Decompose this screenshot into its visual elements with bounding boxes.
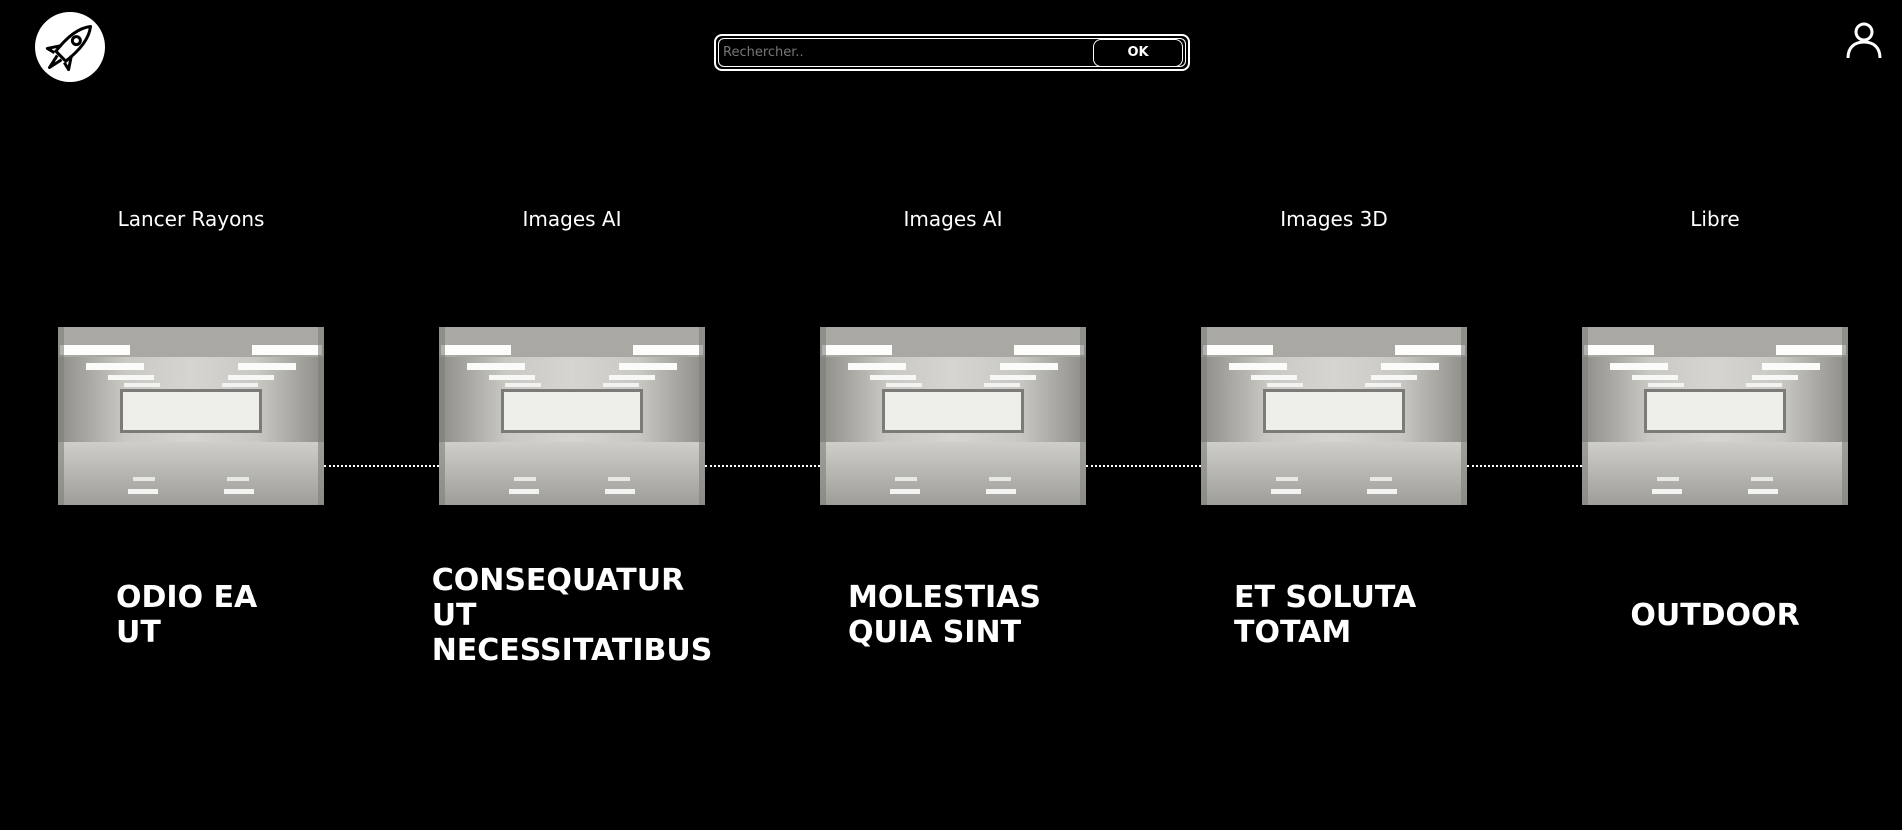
timeline-connector — [324, 465, 439, 467]
room-thumbnail[interactable] — [820, 327, 1086, 505]
room-thumbnail[interactable] — [439, 327, 705, 505]
item-title-text: OUTDOOR — [1630, 597, 1800, 633]
room-thumbnail[interactable] — [1582, 327, 1848, 505]
timeline-item: Lancer Rayons ODIO EA UT — [58, 0, 324, 830]
timeline-connector — [705, 465, 820, 467]
room-thumbnail[interactable] — [1201, 327, 1467, 505]
timeline-item: Images AI MOLESTIAS QUIA SINT — [820, 0, 1086, 830]
timeline-connector — [1086, 465, 1201, 467]
category-label: Images AI — [903, 207, 1003, 231]
category-label: Images 3D — [1280, 207, 1388, 231]
category-label: Lancer Rayons — [117, 207, 265, 231]
timeline-item: Images AI CONSEQUATUR UT NECESSITATIBUS — [432, 0, 713, 830]
page: OK Lancer Rayons ODIO EA UT Images AI CO… — [0, 0, 1902, 830]
item-title: CONSEQUATUR UT NECESSITATIBUS — [432, 540, 713, 690]
room-thumbnail[interactable] — [58, 327, 324, 505]
item-title-text: MOLESTIAS QUIA SINT — [848, 580, 1042, 650]
timeline-item: Libre OUTDOOR — [1582, 0, 1848, 830]
item-title: ODIO EA UT — [58, 540, 324, 690]
item-title-text: CONSEQUATUR UT NECESSITATIBUS — [431, 562, 713, 668]
item-title: MOLESTIAS QUIA SINT — [820, 540, 1086, 690]
item-title-text: ET SOLUTA TOTAM — [1234, 580, 1417, 650]
category-label: Libre — [1690, 207, 1740, 231]
search-ok-button[interactable]: OK — [1093, 38, 1183, 67]
item-title-text: ODIO EA UT — [116, 580, 258, 650]
timeline-connector — [1467, 465, 1582, 467]
timeline-item: Images 3D ET SOLUTA TOTAM — [1201, 0, 1467, 830]
category-label: Images AI — [522, 207, 622, 231]
item-title: ET SOLUTA TOTAM — [1201, 540, 1467, 690]
user-icon[interactable] — [1844, 20, 1884, 60]
item-title: OUTDOOR — [1582, 540, 1848, 690]
